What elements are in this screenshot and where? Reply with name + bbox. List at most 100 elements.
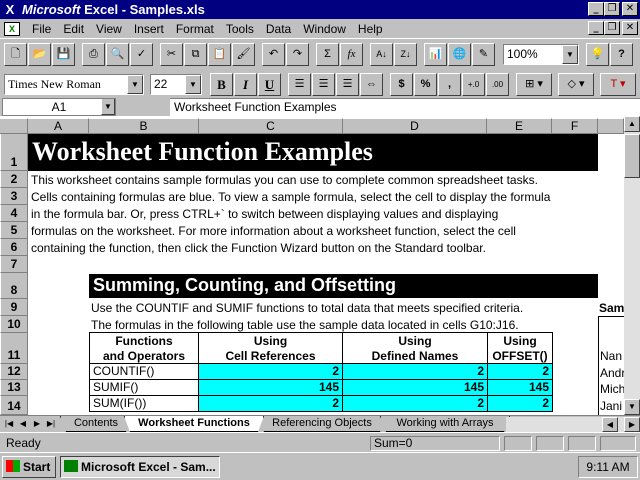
drawing-icon[interactable]: ✎	[472, 43, 495, 66]
row-header-11[interactable]: 11	[0, 333, 28, 364]
sort-ascending-icon[interactable]: A↓	[370, 43, 393, 66]
sheet-tab-working-with-arrays[interactable]: Working with Arrays	[380, 416, 510, 432]
vertical-scrollbar[interactable]: ▲ ▼	[624, 116, 640, 415]
column-header-d[interactable]: D	[343, 118, 487, 134]
workbook-icon[interactable]: X	[4, 21, 20, 36]
row-header-12[interactable]: 12	[0, 364, 28, 380]
scroll-left-icon[interactable]: ◀	[602, 417, 618, 432]
underline-button[interactable]: U	[258, 73, 281, 96]
formula-input[interactable]: Worksheet Function Examples	[170, 98, 640, 116]
chart-wizard-icon[interactable]: 📊	[424, 43, 447, 66]
save-icon[interactable]: 💾	[52, 43, 75, 66]
next-sheet-icon[interactable]: ▶	[30, 417, 44, 431]
scroll-down-icon[interactable]: ▼	[624, 399, 640, 415]
align-left-icon[interactable]: ☰	[288, 73, 311, 96]
column-header-c[interactable]: C	[199, 118, 343, 134]
font-color-icon[interactable]: T ▾	[600, 73, 636, 96]
align-center-icon[interactable]: ☰	[312, 73, 335, 96]
name-box[interactable]: A1 ▼	[2, 98, 116, 116]
cut-icon[interactable]: ✂	[160, 43, 183, 66]
table-row-function[interactable]: SUM(IF())	[89, 396, 199, 412]
column-header-g[interactable]	[598, 118, 624, 134]
doc-minimize-button[interactable]: _	[588, 21, 604, 35]
print-icon[interactable]: ⎙	[82, 43, 105, 66]
table-cell-value[interactable]: 145	[198, 380, 343, 396]
menu-file[interactable]: File	[26, 22, 57, 36]
row-header-2[interactable]: 2	[0, 171, 28, 188]
align-right-icon[interactable]: ☰	[336, 73, 359, 96]
spelling-icon[interactable]: ✓	[130, 43, 153, 66]
bold-button[interactable]: B	[210, 73, 233, 96]
merge-center-icon[interactable]: ⇔	[360, 73, 383, 96]
font-name-select[interactable]: Times New Roman ▼	[4, 74, 144, 95]
table-cell-value[interactable]: 2	[342, 364, 488, 380]
column-header-f[interactable]: F	[552, 118, 598, 134]
help-icon[interactable]: ?	[610, 43, 633, 66]
percent-button[interactable]: %	[414, 73, 437, 96]
worksheet-grid[interactable]: A B C D E F 1 2 3 4 5 6 7 8 9 10 11 12 1…	[0, 116, 640, 415]
paste-icon[interactable]: 📋	[208, 43, 231, 66]
taskbar-excel-button[interactable]: Microsoft Excel - Sam...	[60, 456, 220, 478]
table-cell-value[interactable]: 2	[487, 364, 553, 380]
table-cell-value[interactable]: 2	[198, 396, 343, 412]
last-sheet-icon[interactable]: ▶|	[44, 417, 58, 431]
row-header-6[interactable]: 6	[0, 239, 28, 256]
excel-app-icon[interactable]: X	[2, 2, 18, 18]
row-header-3[interactable]: 3	[0, 188, 28, 205]
table-cell-value[interactable]: 2	[198, 364, 343, 380]
table-row-function[interactable]: SUMIF()	[89, 380, 199, 396]
new-icon[interactable]: 🗋	[4, 43, 27, 66]
zoom-select[interactable]: 100% ▼	[503, 44, 579, 65]
chevron-down-icon[interactable]: ▼	[127, 75, 143, 94]
italic-button[interactable]: I	[234, 73, 257, 96]
doc-restore-button[interactable]: ❐	[604, 21, 620, 35]
menu-view[interactable]: View	[90, 22, 128, 36]
table-cell-value[interactable]: 2	[342, 396, 488, 412]
minimize-button[interactable]: _	[588, 2, 604, 16]
menu-window[interactable]: Window	[297, 22, 352, 36]
repeat-icon[interactable]: ↷	[286, 43, 309, 66]
autosum-icon[interactable]: Σ	[316, 43, 339, 66]
function-wizard-icon[interactable]: fx	[340, 43, 363, 66]
row-header-14[interactable]: 14	[0, 396, 28, 415]
currency-button[interactable]: $	[390, 73, 413, 96]
format-painter-icon[interactable]: 🖌	[232, 43, 255, 66]
row-header-7[interactable]: 7	[0, 256, 28, 273]
menu-edit[interactable]: Edit	[57, 22, 90, 36]
scroll-up-icon[interactable]: ▲	[624, 116, 640, 132]
column-header-b[interactable]: B	[89, 118, 199, 134]
menu-data[interactable]: Data	[260, 22, 297, 36]
borders-icon[interactable]: ⊞ ▾	[516, 73, 552, 96]
horizontal-scrollbar[interactable]: ◀	[506, 417, 624, 432]
menu-format[interactable]: Format	[170, 22, 220, 36]
row-header-4[interactable]: 4	[0, 205, 28, 222]
prev-sheet-icon[interactable]: ◀	[16, 417, 30, 431]
sort-descending-icon[interactable]: Z↓	[394, 43, 417, 66]
table-row-function[interactable]: COUNTIF()	[89, 364, 199, 380]
restore-button[interactable]: ❐	[604, 2, 620, 16]
decrease-decimal-icon[interactable]: .00	[486, 73, 509, 96]
tip-wizard-icon[interactable]: 💡	[586, 43, 609, 66]
row-header-13[interactable]: 13	[0, 380, 28, 396]
row-header-9[interactable]: 9	[0, 299, 28, 316]
select-all-corner[interactable]	[0, 118, 28, 134]
first-sheet-icon[interactable]: |◀	[2, 417, 16, 431]
row-header-5[interactable]: 5	[0, 222, 28, 239]
increase-decimal-icon[interactable]: +.0	[462, 73, 485, 96]
print-preview-icon[interactable]: 🔍	[106, 43, 129, 66]
doc-close-button[interactable]: ✕	[622, 21, 638, 35]
comma-button[interactable]: ,	[438, 73, 461, 96]
scroll-right-icon[interactable]: ▶	[624, 417, 640, 432]
chevron-down-icon[interactable]: ▼	[562, 45, 578, 64]
menu-tools[interactable]: Tools	[220, 22, 260, 36]
column-header-e[interactable]: E	[487, 118, 552, 134]
row-header-10[interactable]: 10	[0, 316, 28, 333]
sheet-tab-contents[interactable]: Contents	[60, 416, 132, 432]
fill-color-icon[interactable]: ◇ ▾	[558, 73, 594, 96]
row-header-1[interactable]: 1	[0, 134, 28, 171]
sheet-tab-worksheet-functions[interactable]: Worksheet Functions	[124, 416, 264, 432]
table-cell-value[interactable]: 2	[487, 396, 553, 412]
chevron-down-icon[interactable]: ▼	[185, 75, 201, 94]
menu-help[interactable]: Help	[352, 22, 389, 36]
sheet-tab-referencing-objects[interactable]: Referencing Objects	[258, 416, 386, 432]
